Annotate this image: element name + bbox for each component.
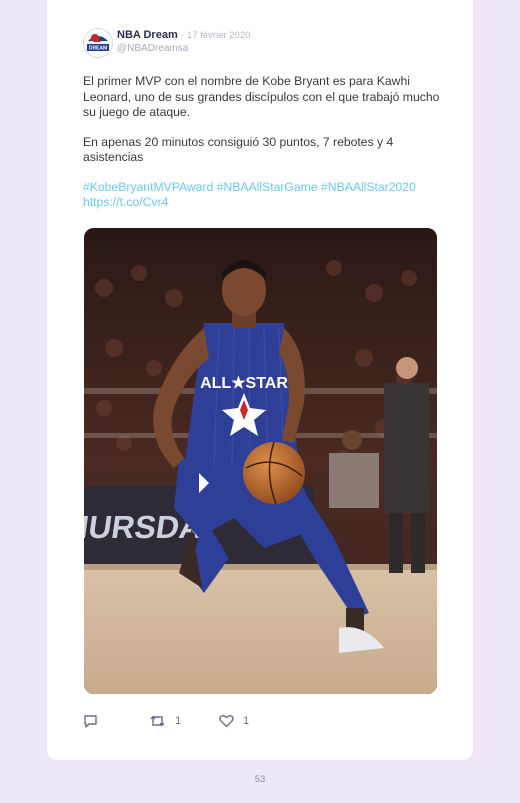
hashtag-link[interactable]: #KobeBryantMVPAward <box>83 180 213 194</box>
avatar-logo-text: DREAM <box>89 46 107 52</box>
tweet-card: DREAM NBA Dream · 17 février 2020 @NBADr… <box>47 0 473 760</box>
like-button[interactable]: 1 <box>219 714 249 728</box>
reply-button[interactable] <box>83 714 98 728</box>
author-name[interactable]: NBA Dream <box>117 29 178 41</box>
avatar[interactable]: DREAM <box>83 28 113 58</box>
retweet-count: 1 <box>175 715 182 727</box>
page-number: 53 <box>254 774 266 785</box>
tweet-header: DREAM NBA Dream · 17 février 2020 @NBADr… <box>83 28 443 60</box>
tweet-actions: 1 1 <box>83 714 443 734</box>
author-handle[interactable]: @NBADreamsa <box>117 43 188 54</box>
retweet-icon <box>150 715 165 727</box>
tweet-media-image[interactable]: THURSDAY ALL★STAR <box>84 228 437 694</box>
author-line: NBA Dream · 17 février 2020 <box>117 29 250 41</box>
jersey-text: ALL★STAR <box>200 375 288 392</box>
separator-dot: · <box>180 30 184 41</box>
tweet-hashtags: #KobeBryantMVPAward #NBAAllStarGame #NBA… <box>83 180 443 211</box>
tweet-url-link[interactable]: https://t.co/Cvr4 <box>83 195 168 209</box>
tweet-paragraph-1: El primer MVP con el nombre de Kobe Brya… <box>83 74 440 119</box>
retweet-button[interactable]: 1 <box>149 714 181 728</box>
like-count: 1 <box>243 715 250 727</box>
heart-icon <box>219 715 234 728</box>
reply-icon <box>84 715 97 728</box>
hashtag-link[interactable]: #NBAAllStarGame <box>217 180 318 194</box>
tweet-paragraph-2: En apenas 20 minutos consiguió 30 puntos… <box>83 134 394 165</box>
tweet-text: El primer MVP con el nombre de Kobe Brya… <box>83 74 443 225</box>
hashtag-link[interactable]: #NBAAllStar2020 <box>321 180 416 194</box>
tweet-date[interactable]: 17 février 2020 <box>187 30 250 41</box>
